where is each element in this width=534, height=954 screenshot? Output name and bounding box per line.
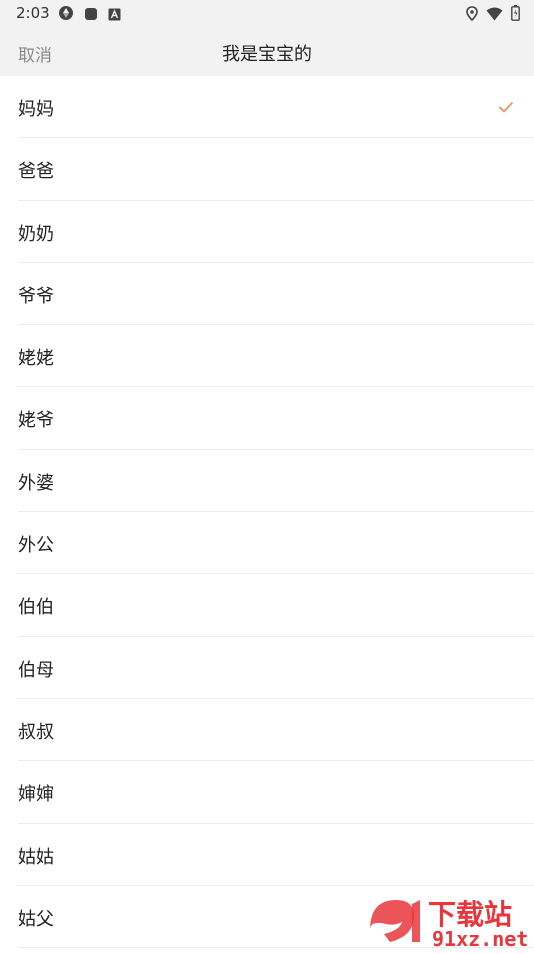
watermark-domain-text: 91xz.net (432, 927, 528, 950)
list-item-label: 叔叔 (18, 721, 54, 743)
list-item[interactable]: 姑姑 (18, 824, 534, 886)
list-item-label: 伯伯 (18, 597, 54, 619)
watermark-logo: 下载站 91xz.net (362, 886, 534, 951)
list-item-label: 外公 (18, 535, 54, 557)
list-item-label: 妈妈 (18, 99, 54, 120)
list-item-label: 姑父 (18, 908, 54, 930)
stop-square-icon (84, 6, 98, 25)
status-bar: 2:03 (0, 0, 534, 28)
app-bar: 取消 我是宝宝的 (0, 28, 534, 76)
location-pin-icon (466, 5, 478, 25)
status-icons-right (466, 5, 520, 25)
list-item[interactable]: 爷爷 (18, 263, 534, 326)
list-item-label: 外婆 (18, 472, 54, 494)
list-item[interactable]: 叔叔 (18, 699, 534, 762)
checkmark-icon (498, 98, 514, 117)
list-item-label: 婶婶 (18, 784, 54, 806)
list-item[interactable]: 姥爷 (18, 387, 534, 450)
aperture-icon (58, 5, 74, 25)
page-title: 我是宝宝的 (222, 44, 312, 65)
list-item-label: 伯母 (18, 659, 54, 681)
list-item[interactable]: 奶奶 (18, 201, 534, 263)
list-item[interactable]: 妈妈 (18, 76, 534, 139)
list-item[interactable]: 姥姥 (18, 325, 534, 388)
battery-icon (511, 5, 520, 25)
status-time: 2:03 (16, 4, 50, 22)
list-item[interactable]: 爸爸 (18, 138, 534, 201)
list-item-label: 奶奶 (18, 223, 54, 245)
list-item[interactable]: 伯伯 (18, 574, 534, 637)
a-box-icon (108, 6, 121, 25)
list-item-label: 姥姥 (18, 348, 54, 370)
list-item[interactable]: 伯母 (18, 637, 534, 699)
relation-list: 妈妈爸爸奶奶爷爷姥姥姥爷外婆外公伯伯伯母叔叔婶婶姑姑姑父 (0, 76, 534, 949)
list-item-label: 爸爸 (18, 161, 54, 183)
list-item[interactable]: 婶婶 (18, 761, 534, 824)
status-icons-left (58, 5, 121, 25)
list-item[interactable]: 外婆 (18, 450, 534, 513)
list-item-label: 姥爷 (18, 410, 54, 432)
list-item-label: 爷爷 (18, 285, 54, 307)
list-item-label: 姑姑 (18, 846, 54, 868)
wifi-icon (486, 6, 503, 25)
list-item[interactable]: 外公 (18, 512, 534, 575)
